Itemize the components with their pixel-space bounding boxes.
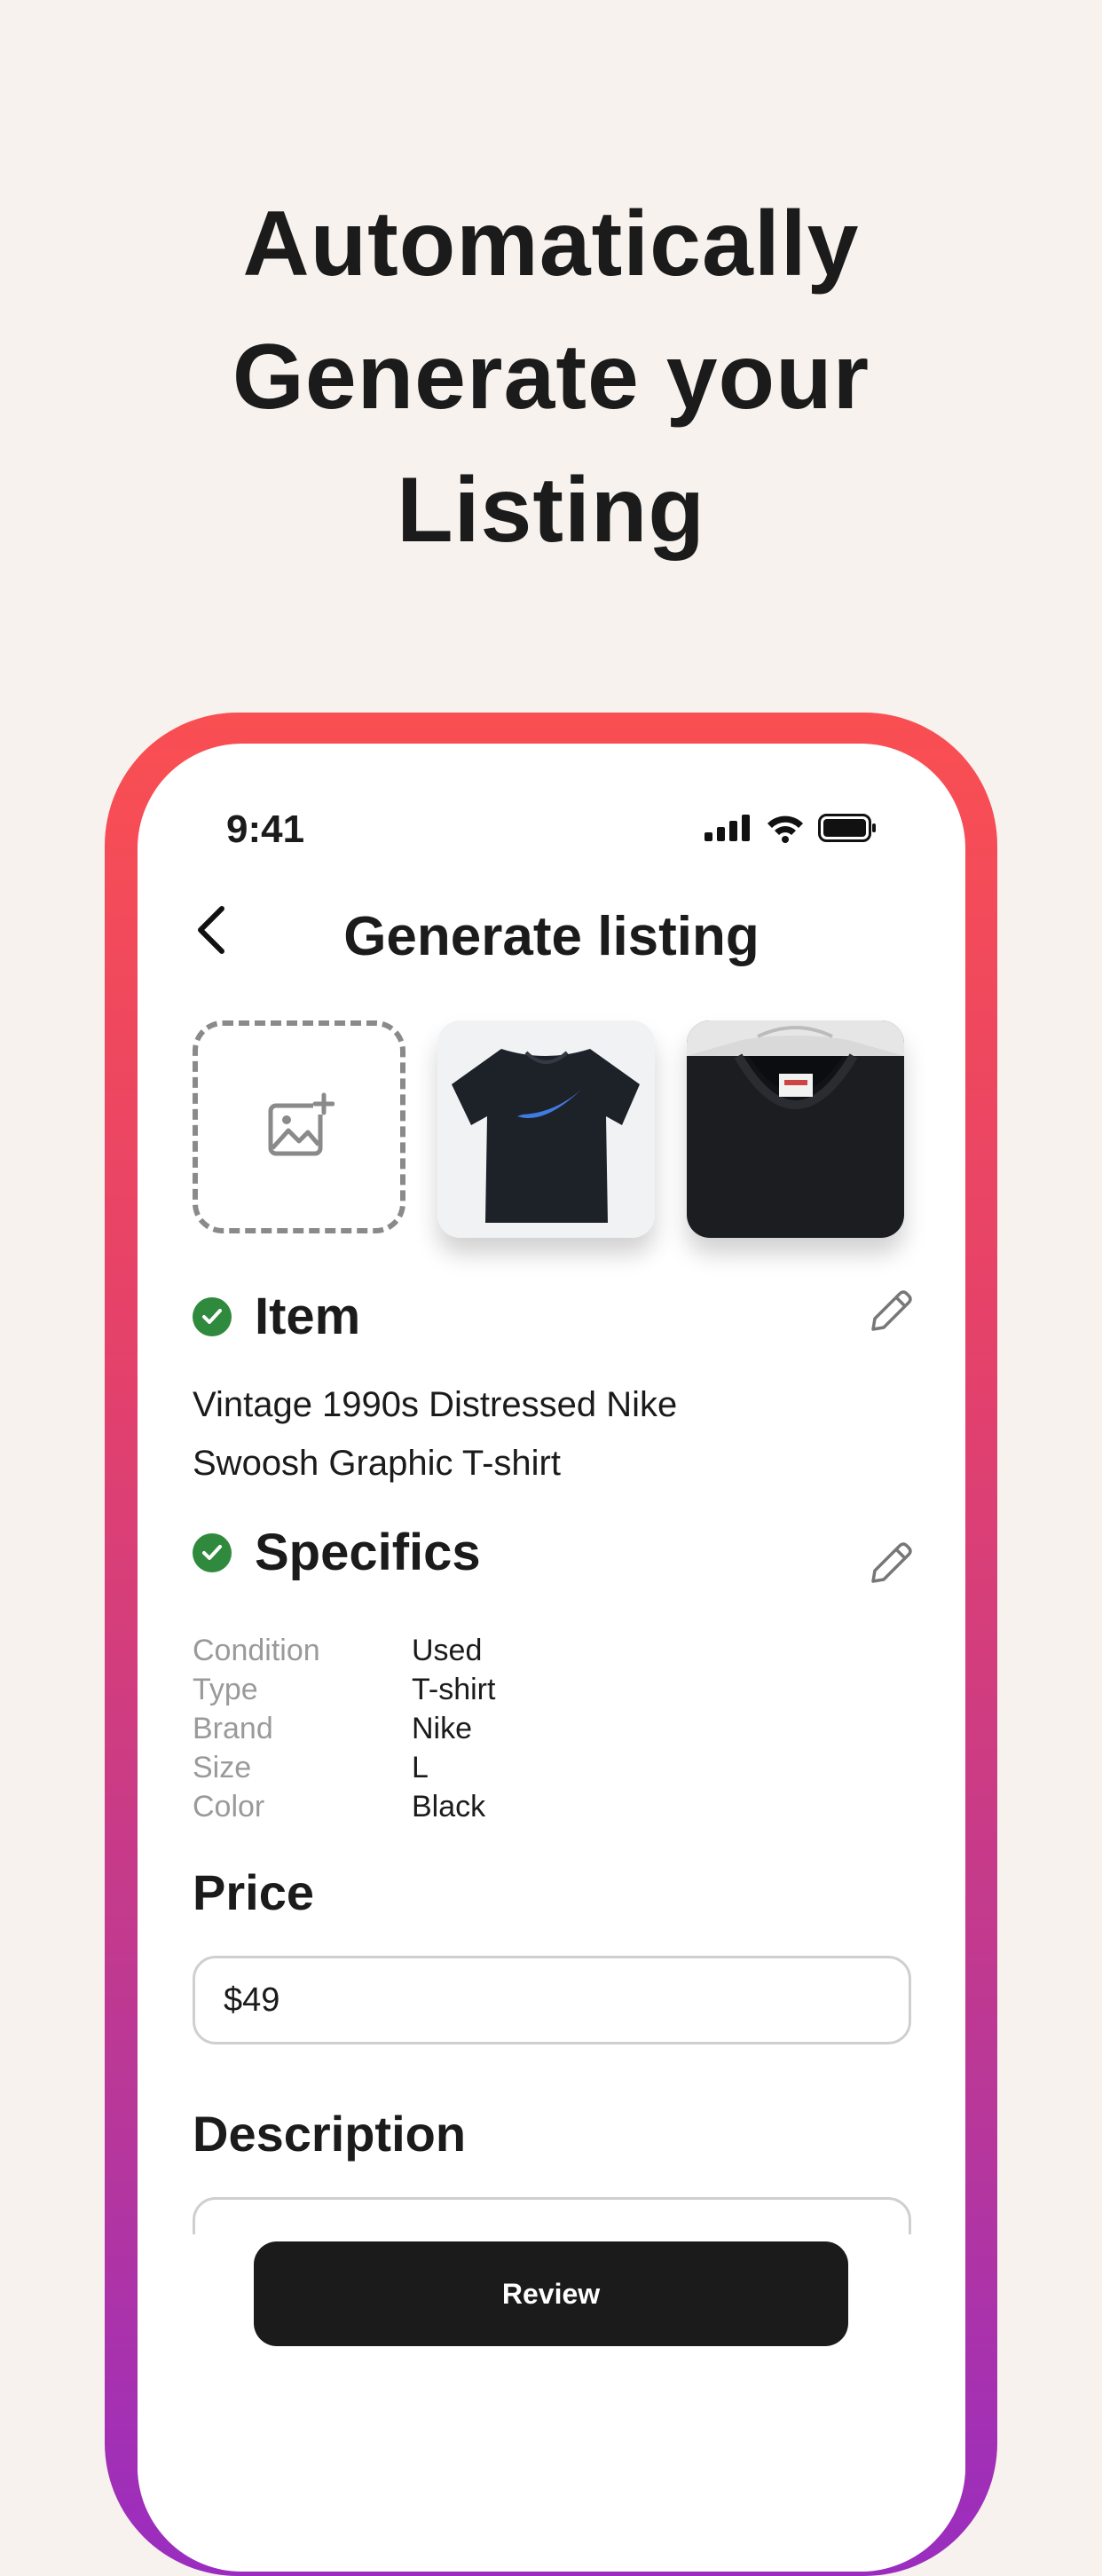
spec-value: Nike	[412, 1712, 473, 1745]
spec-value: Black	[412, 1790, 486, 1824]
add-photo-button[interactable]	[193, 1020, 405, 1233]
status-icons	[704, 813, 877, 843]
spec-key: Condition	[193, 1634, 320, 1667]
phone-screen: 9:41 Generate listing Item Vintage 1990s…	[138, 744, 965, 2572]
wifi-icon	[767, 815, 803, 843]
spec-value: Used	[412, 1634, 483, 1667]
spec-row: Color Black	[193, 1787, 495, 1826]
review-button[interactable]: Review	[254, 2241, 848, 2346]
edit-specifics-pencil-icon[interactable]	[866, 1539, 916, 1588]
check-circle-icon	[193, 1296, 232, 1336]
specifics-section-header: Specifics	[193, 1523, 481, 1582]
spec-value: L	[412, 1751, 429, 1784]
listing-photo-collar[interactable]	[687, 1020, 904, 1238]
price-input[interactable]: $49	[193, 1956, 911, 2044]
price-label: Price	[193, 1864, 314, 1920]
spec-row: Size L	[193, 1748, 495, 1787]
check-circle-icon	[193, 1532, 232, 1572]
cellular-signal-icon	[704, 815, 750, 841]
specifics-table: Condition Used Type T-shirt Brand Nike S…	[193, 1631, 495, 1826]
add-photo-icon	[268, 1092, 335, 1156]
spec-key: Color	[193, 1790, 265, 1824]
spec-row: Condition Used	[193, 1631, 495, 1670]
specifics-title: Specifics	[255, 1524, 481, 1581]
battery-icon	[818, 814, 876, 842]
item-description: Vintage 1990s Distressed Nike Swoosh Gra…	[193, 1375, 902, 1493]
spec-key: Size	[193, 1751, 252, 1784]
description-label: Description	[193, 2106, 467, 2162]
photo-strip	[193, 1020, 904, 1238]
page-title: Generate listing	[343, 906, 760, 967]
status-time: 9:41	[226, 807, 305, 851]
headline-line-1: Automatically	[242, 193, 860, 295]
spec-row: Brand Nike	[193, 1709, 495, 1748]
spec-key: Brand	[193, 1712, 273, 1745]
headline-line-2: Generate your	[232, 326, 870, 429]
spec-value: T-shirt	[412, 1673, 496, 1706]
listing-photo-front[interactable]	[437, 1020, 655, 1238]
tshirt-collar-image	[687, 1020, 904, 1238]
spec-row: Type T-shirt	[193, 1670, 495, 1709]
item-title: Item	[255, 1288, 361, 1345]
item-description-line-1: Vintage 1990s Distressed Nike	[193, 1385, 678, 1424]
spec-key: Type	[193, 1673, 258, 1706]
marketing-headline: Automatically Generate your Listing	[0, 177, 1102, 577]
tshirt-front-image	[437, 1020, 655, 1238]
headline-line-3: Listing	[397, 459, 705, 562]
edit-item-pencil-icon[interactable]	[866, 1287, 916, 1336]
item-section-header: Item	[193, 1287, 360, 1346]
item-description-line-2: Swoosh Graphic T-shirt	[193, 1444, 561, 1483]
